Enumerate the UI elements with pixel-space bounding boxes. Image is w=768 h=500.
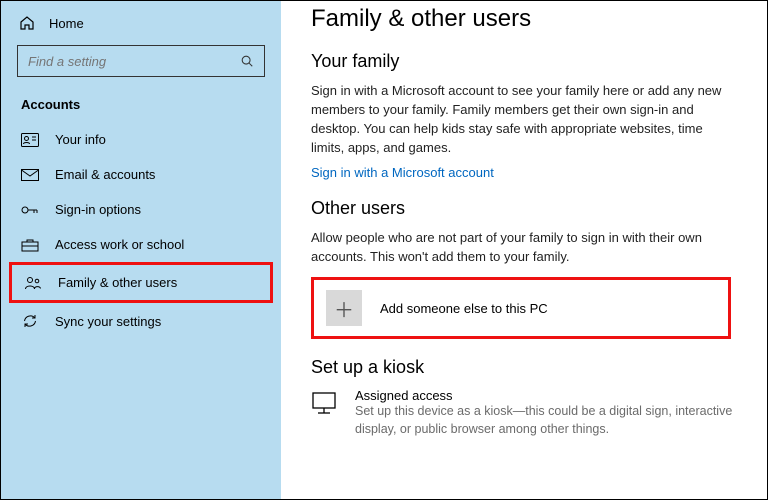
other-users-heading: Other users [311,198,737,219]
people-icon [24,276,42,290]
family-description: Sign in with a Microsoft account to see … [311,82,731,157]
sidebar-item-family-users[interactable]: Family & other users [9,262,273,303]
sidebar-nav: Your info Email & accounts Sign-in optio… [9,122,273,339]
settings-sidebar: Home Accounts Your info Email & accounts [1,1,281,499]
add-someone-label: Add someone else to this PC [380,301,548,316]
home-label: Home [49,16,84,31]
assigned-access-title: Assigned access [355,388,737,403]
key-icon [21,204,39,216]
search-input-container[interactable] [17,45,265,77]
sidebar-item-label: Sign-in options [55,202,141,217]
plus-icon: ＋ [326,290,362,326]
kiosk-monitor-icon [311,388,337,416]
sidebar-item-label: Your info [55,132,106,147]
mail-icon [21,169,39,181]
sidebar-item-work-school[interactable]: Access work or school [9,227,273,262]
sidebar-item-sync[interactable]: Sync your settings [9,303,273,339]
page-title: Family & other users [311,5,737,33]
sidebar-section-label: Accounts [9,87,273,116]
signin-link[interactable]: Sign in with a Microsoft account [311,165,494,180]
sidebar-item-label: Email & accounts [55,167,155,182]
search-icon [240,54,254,68]
sidebar-item-label: Sync your settings [55,314,161,329]
add-someone-button[interactable]: ＋ Add someone else to this PC [311,277,731,339]
sidebar-item-signin-options[interactable]: Sign-in options [9,192,273,227]
sidebar-item-label: Access work or school [55,237,184,252]
sync-icon [21,313,39,329]
kiosk-heading: Set up a kiosk [311,357,737,378]
briefcase-icon [21,238,39,252]
person-card-icon [21,133,39,147]
home-icon [19,15,35,31]
family-heading: Your family [311,51,737,72]
main-content: Family & other users Your family Sign in… [281,1,767,499]
search-input[interactable] [28,54,240,69]
home-link[interactable]: Home [9,11,273,39]
other-users-description: Allow people who are not part of your fa… [311,229,731,267]
assigned-access-subtitle: Set up this device as a kiosk—this could… [355,403,737,438]
sidebar-item-label: Family & other users [58,275,177,290]
sidebar-item-email-accounts[interactable]: Email & accounts [9,157,273,192]
assigned-access-item[interactable]: Assigned access Set up this device as a … [311,388,737,438]
sidebar-item-your-info[interactable]: Your info [9,122,273,157]
